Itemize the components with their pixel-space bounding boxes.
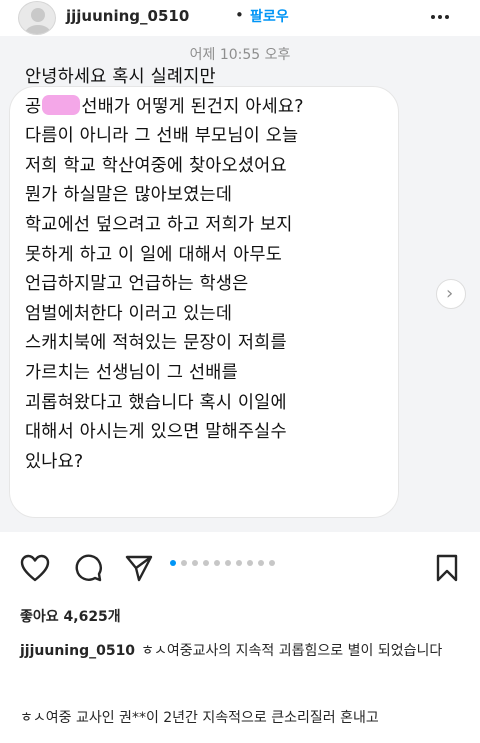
caption-text: ㅎㅅ여중교사의 지속적 괴롭힘으로 별이 되었습니다 (141, 643, 443, 659)
bookmark-icon[interactable] (435, 554, 459, 586)
message-line: 다름이 아니라 그 선배 부모님이 오늘 (25, 126, 299, 147)
carousel-dot (181, 560, 187, 566)
heart-icon[interactable] (20, 554, 50, 586)
message-line: 엄벌에처한다 이러고 있는데 (25, 303, 233, 324)
message-line: 못하게 하고 이 일에 대해서 아무도 (25, 244, 283, 265)
username[interactable]: jjjuuning_0510 (66, 7, 189, 25)
message-line-prefix: 공 (25, 96, 42, 117)
carousel-next-button[interactable]: › (436, 279, 466, 309)
message-line: 안녕하세요 혹시 실례지만 (25, 67, 216, 87)
carousel-dot (247, 560, 253, 566)
message-line-suffix: 선배가 어떻게 된건지 아세요? (81, 96, 304, 117)
carousel-dot (225, 560, 231, 566)
caption: jjjuuning_0510 ㅎㅅ여중교사의 지속적 괴롭힘으로 별이 되었습니다 (20, 640, 460, 662)
message-line: 뭔가 하실말은 많아보였는데 (25, 185, 233, 206)
chevron-right-icon: › (446, 283, 454, 304)
carousel-dot (258, 560, 264, 566)
message-line: 가르치는 선생님이 그 선배를 (25, 362, 238, 383)
message-line: 공 선배가 어떻게 된건지 아세요? (25, 93, 400, 123)
carousel-dot (170, 560, 176, 566)
share-icon[interactable] (124, 554, 154, 586)
carousel-dot (214, 560, 220, 566)
comment-icon[interactable] (73, 554, 103, 586)
message-line: 스캐치북에 적혀있는 문장이 저희를 (25, 333, 287, 354)
message-text: 안녕하세요 혹시 실례지만 공 선배가 어떻게 된건지 아세요? 다름이 아니라 … (25, 63, 400, 477)
message-timestamp: 어제 10:55 오후 (189, 47, 291, 63)
message-line: 있나요? (25, 451, 84, 472)
carousel-dot (192, 560, 198, 566)
message-line: 괴롭혀왔다고 했습니다 혹시 이일에 (25, 392, 287, 413)
avatar[interactable] (18, 1, 56, 35)
carousel-dot (203, 560, 209, 566)
separator-dot: • (235, 6, 244, 24)
carousel-dot (236, 560, 242, 566)
message-line: 언급하지말고 언급하는 학생은 (25, 274, 249, 295)
message-line: 대해서 아시는게 있으면 말해주실수 (25, 422, 287, 443)
redaction-blur (42, 94, 81, 115)
more-icon[interactable] (430, 7, 450, 27)
message-line: 학교에선 덮으려고 하고 저희가 보지 (25, 214, 293, 235)
caption-next-line: ㅎㅅ여중 교사인 권**이 2년간 지속적으로 큰소리질러 혼내고 (20, 710, 379, 726)
likes-count[interactable]: 좋아요 4,625개 (20, 606, 121, 626)
caption-username[interactable]: jjjuuning_0510 (20, 643, 135, 659)
carousel-indicator (170, 551, 280, 566)
carousel-dot (269, 560, 275, 566)
post-header: jjjuuning_0510 • 팔로우 (0, 0, 480, 36)
action-bar (0, 540, 480, 600)
message-line: 저희 학교 학산여중에 찾아오셨어요 (25, 155, 287, 176)
follow-button[interactable]: 팔로우 (250, 6, 289, 26)
